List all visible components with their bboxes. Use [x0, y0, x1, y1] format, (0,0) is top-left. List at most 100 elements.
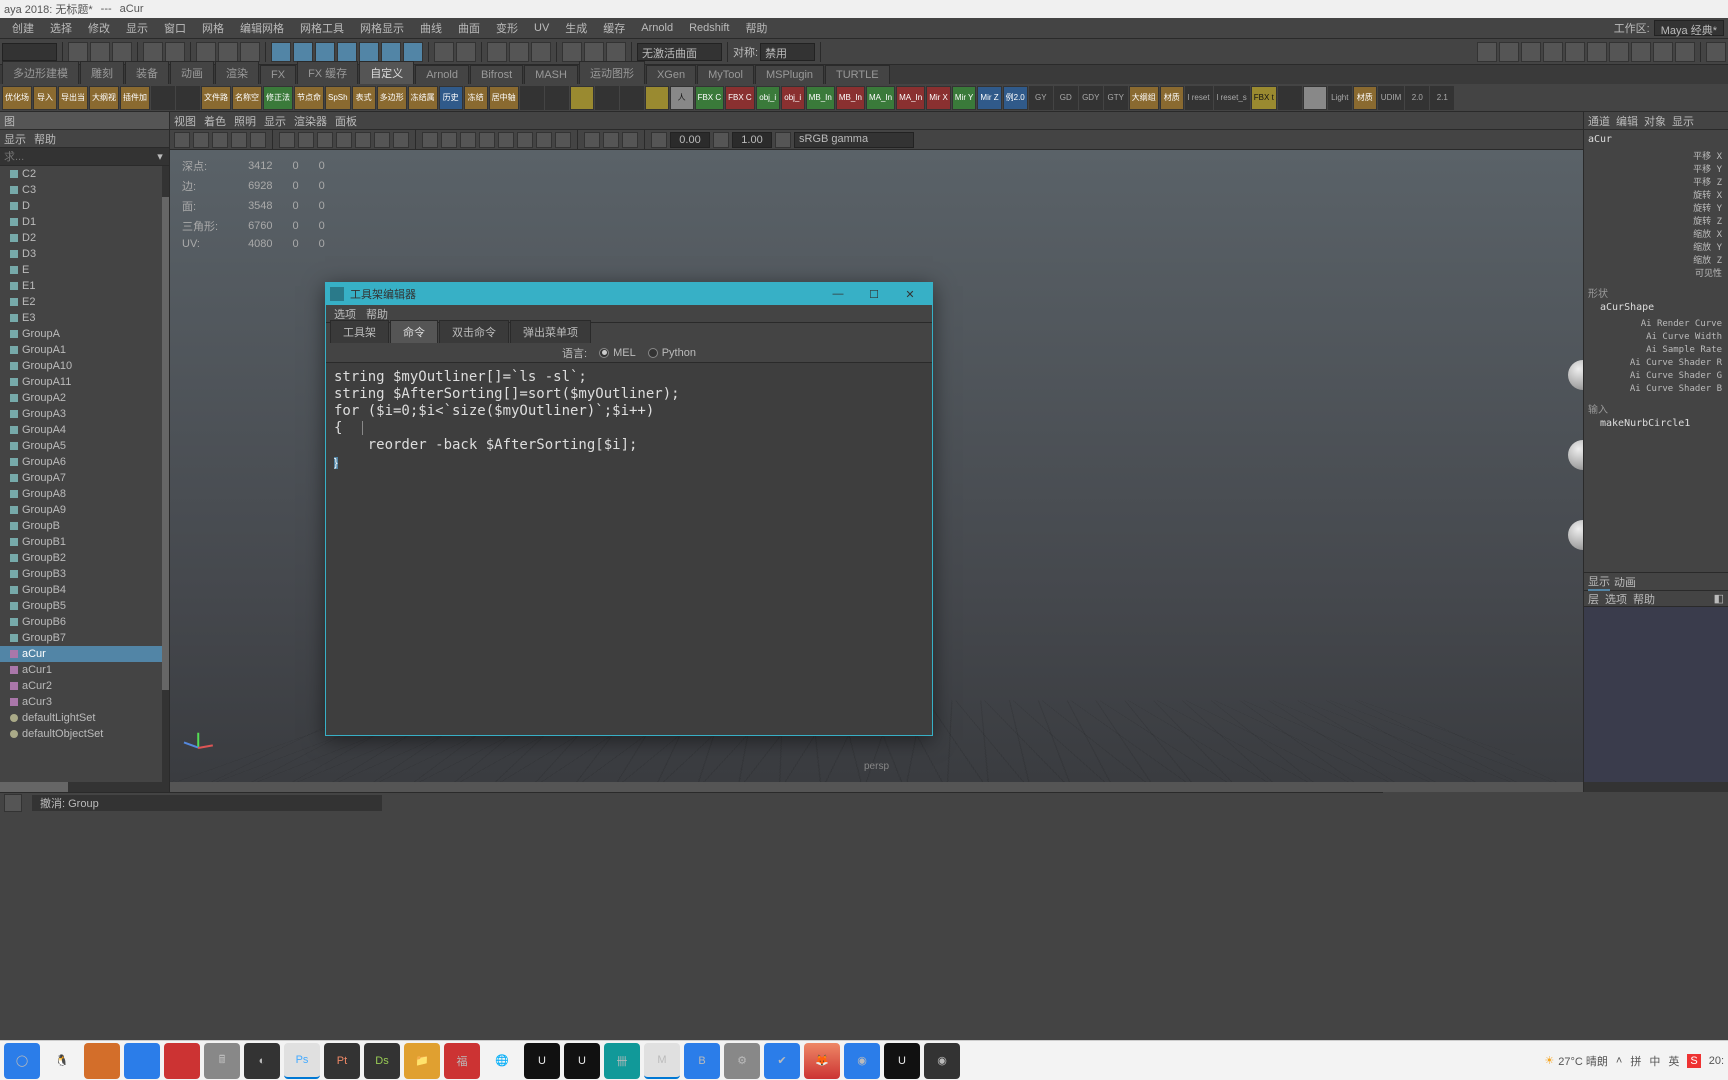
playback-range-icon[interactable]	[1477, 42, 1497, 62]
channel-attr[interactable]: 平移 Y	[1588, 162, 1724, 175]
shelf-tab[interactable]: MASH	[524, 65, 578, 84]
channel-attr[interactable]: 缩放 X	[1588, 227, 1724, 240]
shelf-button[interactable]: MB_In	[806, 86, 835, 110]
viewport-menu-item[interactable]: 面板	[335, 113, 357, 129]
shelf-button[interactable]	[545, 86, 569, 110]
outliner-item[interactable]: defaultObjectSet	[0, 726, 169, 742]
shelf-editor-tab[interactable]: 弹出菜单项	[510, 320, 591, 343]
channel-attr[interactable]: 缩放 Y	[1588, 240, 1724, 253]
photoshop-icon[interactable]: Ps	[284, 1043, 320, 1079]
shelf-editor-tab[interactable]: 工具架	[330, 320, 389, 343]
viewport-scrollbar-h[interactable]	[170, 782, 1583, 792]
shelf-button[interactable]: 2.0	[1405, 86, 1429, 110]
vp-safe-title-icon[interactable]	[393, 132, 409, 148]
outliner-menu-item[interactable]: 帮助	[34, 131, 56, 147]
layer-menu-item[interactable]: 层	[1588, 591, 1599, 607]
outliner-item[interactable]: GroupA2	[0, 390, 169, 406]
shelf-editor-tab[interactable]: 命令	[390, 320, 438, 343]
main-menu-item[interactable]: Redshift	[681, 20, 737, 36]
shelf-button[interactable]: FBX t	[1251, 86, 1277, 110]
shelf-button[interactable]: 名称空	[232, 86, 262, 110]
designer-icon[interactable]: Ds	[364, 1043, 400, 1079]
unreal-editor-icon[interactable]: U	[564, 1043, 600, 1079]
channel-box-tab[interactable]: 编辑	[1616, 113, 1638, 129]
input-node[interactable]: makeNurbCircle1	[1588, 418, 1724, 429]
shelf-tab[interactable]: FX 缓存	[297, 61, 358, 84]
viewport-menu-item[interactable]: 渲染器	[294, 113, 327, 129]
channel-box-tab[interactable]: 对象	[1644, 113, 1666, 129]
shelf-button[interactable]: 修正法	[263, 86, 293, 110]
obs-icon[interactable]: ◉	[924, 1043, 960, 1079]
sel-hier-icon[interactable]	[196, 42, 216, 62]
shelf-button[interactable]: l reset	[1185, 86, 1213, 110]
vp-lights-icon[interactable]	[479, 132, 495, 148]
outliner-search-input[interactable]	[4, 151, 155, 163]
shelf-button[interactable]: Light	[1328, 86, 1352, 110]
mask-multi-icon[interactable]	[359, 42, 379, 62]
outliner-item[interactable]: C2	[0, 166, 169, 182]
shelf-button[interactable]: 历史	[439, 86, 463, 110]
outliner-item[interactable]: E1	[0, 278, 169, 294]
shelf-button[interactable]	[1303, 86, 1327, 110]
shelf-button[interactable]: l reset_s	[1214, 86, 1250, 110]
outliner-item[interactable]: GroupB	[0, 518, 169, 534]
live-surface-select[interactable]: 无激活曲面	[637, 43, 722, 61]
layer-list[interactable]	[1584, 607, 1728, 782]
outliner-item[interactable]: D3	[0, 246, 169, 262]
shelf-button[interactable]: 表式	[352, 86, 376, 110]
calculator-icon[interactable]: 🖩	[204, 1043, 240, 1079]
outliner-item[interactable]: GroupA6	[0, 454, 169, 470]
vp-gamma-input[interactable]	[732, 132, 772, 148]
vp-gamma-icon[interactable]	[713, 132, 729, 148]
outliner-item[interactable]: E	[0, 262, 169, 278]
main-menu-item[interactable]: Arnold	[633, 20, 681, 36]
scrollbar-thumb[interactable]	[162, 197, 169, 690]
mask-other-icon[interactable]	[381, 42, 401, 62]
outliner-item[interactable]: aCur1	[0, 662, 169, 678]
render-settings-icon[interactable]	[606, 42, 626, 62]
vp-xray-joints-icon[interactable]	[622, 132, 638, 148]
layer-menu-item[interactable]: 选项	[1605, 591, 1627, 607]
channel-box-tab[interactable]: 显示	[1672, 113, 1694, 129]
outliner-item[interactable]: defaultLightSet	[0, 710, 169, 726]
shelf-button[interactable]: FBX C	[695, 86, 725, 110]
outliner-menu-item[interactable]: 显示	[4, 131, 26, 147]
shelf-button[interactable]: UDIM	[1378, 86, 1404, 110]
vp-exposure-input[interactable]	[670, 132, 710, 148]
vp-motion-blur-icon[interactable]	[536, 132, 552, 148]
shelf-tab[interactable]: Bifrost	[470, 65, 523, 84]
vp-film-gate-icon[interactable]	[298, 132, 314, 148]
main-menu-item[interactable]: 窗口	[156, 18, 194, 38]
scrollbar-thumb[interactable]	[170, 782, 1583, 792]
ime-eng[interactable]: 英	[1668, 1053, 1679, 1069]
shelf-button[interactable]	[151, 86, 175, 110]
mel-radio[interactable]: MEL	[599, 347, 636, 359]
outliner-item[interactable]: D	[0, 198, 169, 214]
ubuntu-icon[interactable]	[84, 1043, 120, 1079]
playback-prev-key-icon[interactable]	[1521, 42, 1541, 62]
shelf-button[interactable]: MB_In	[836, 86, 865, 110]
shelf-editor-tab[interactable]: 双击命令	[439, 320, 509, 343]
vp-view-transform-icon[interactable]	[775, 132, 791, 148]
qq-browser-icon[interactable]: ◉	[844, 1043, 880, 1079]
vp-aa-icon[interactable]	[555, 132, 571, 148]
shelf-editor-window[interactable]: 工具架编辑器 — ☐ ✕ 选项帮助 工具架命令双击命令弹出菜单项 语言: MEL…	[325, 282, 933, 736]
vp-exposure-icon[interactable]	[651, 132, 667, 148]
close-button[interactable]: ✕	[892, 283, 928, 305]
shelf-button[interactable]: 冻结属	[408, 86, 438, 110]
snipping-icon[interactable]	[124, 1043, 160, 1079]
vp-isolate-icon[interactable]	[584, 132, 600, 148]
vp-image-plane-icon[interactable]	[212, 132, 228, 148]
playback-play-back-icon[interactable]	[1565, 42, 1585, 62]
vp-safe-action-icon[interactable]	[374, 132, 390, 148]
main-menu-item[interactable]: 帮助	[737, 18, 775, 38]
mel-icon[interactable]	[4, 794, 22, 812]
vp-smooth-shade-icon[interactable]	[441, 132, 457, 148]
shelf-button[interactable]: 2.1	[1430, 86, 1454, 110]
vp-xray-icon[interactable]	[603, 132, 619, 148]
bsr-icon[interactable]: B	[684, 1043, 720, 1079]
layer-menu-item[interactable]: 帮助	[1633, 591, 1655, 607]
shelf-button[interactable]: FBX C	[725, 86, 755, 110]
shelf-button[interactable]: 例2.0	[1003, 86, 1028, 110]
shelf-button[interactable]: 人	[670, 86, 694, 110]
